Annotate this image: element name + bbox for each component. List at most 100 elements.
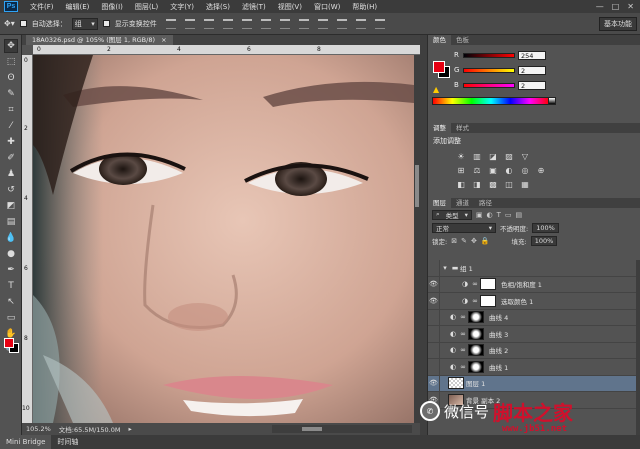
gradient-map-icon[interactable]: ◫ — [504, 179, 514, 189]
dodge-tool-icon[interactable]: ● — [4, 247, 18, 261]
layer-mask-thumbnail[interactable] — [468, 327, 484, 340]
blue-value-input[interactable]: 2 — [518, 80, 546, 90]
layer-row[interactable]: 👁 ◐∞ 曲线 2 — [428, 342, 636, 359]
tab-styles[interactable]: 样式 — [451, 123, 474, 133]
tab-channels[interactable]: 通道 — [451, 198, 474, 208]
layer-thumbnail[interactable] — [448, 377, 464, 390]
auto-select-checkbox[interactable] — [19, 20, 27, 27]
menu-image[interactable]: 图像(I) — [95, 2, 129, 12]
status-menu-icon[interactable]: ▸ — [128, 425, 131, 433]
visibility-eye-icon[interactable]: 👁 — [428, 342, 440, 359]
panel-foreground-swatch[interactable] — [433, 61, 445, 73]
black-white-ramp[interactable] — [548, 97, 556, 105]
layer-row[interactable]: 👁 ◐∞ 曲线 3 — [428, 325, 636, 343]
lock-all-icon[interactable]: 🔒 — [481, 237, 490, 245]
opacity-input[interactable]: 100% — [532, 222, 559, 233]
layer-row[interactable]: 👁 ◑ ∞ 色相/饱和度 1 — [428, 276, 636, 293]
link-icon[interactable]: ∞ — [470, 280, 480, 288]
distribute-bottom-icon[interactable] — [317, 18, 328, 29]
tab-close-icon[interactable]: × — [161, 36, 166, 44]
layer-name[interactable]: 曲线 4 — [489, 312, 508, 322]
group-expand-icon[interactable]: ▾ — [440, 264, 450, 272]
blend-mode-dropdown[interactable]: 正常 ▾ — [432, 222, 496, 233]
layer-row[interactable]: 👁 背景 副本 2 — [428, 391, 636, 409]
visibility-eye-icon[interactable]: 👁 — [428, 358, 440, 375]
horizontal-scrollbar[interactable] — [272, 425, 412, 433]
menu-file[interactable]: 文件(F) — [24, 2, 60, 12]
distribute-hcenter-icon[interactable] — [355, 18, 366, 29]
link-icon[interactable]: ∞ — [458, 346, 468, 354]
quick-select-tool-icon[interactable]: ✎ — [4, 87, 18, 101]
crop-tool-icon[interactable]: ⌗ — [4, 103, 18, 117]
gamut-warning-icon[interactable]: ▲ — [433, 85, 439, 94]
threshold-icon[interactable]: ▩ — [488, 179, 498, 189]
filter-adjust-icon[interactable]: ◐ — [487, 211, 493, 219]
move-tool-icon[interactable]: ✥ — [4, 39, 18, 53]
document-size-info[interactable]: 文档:65.5M/150.0M — [59, 424, 121, 434]
vertical-scroll-thumb[interactable] — [415, 165, 419, 207]
hue-saturation-icon[interactable]: ⊞ — [456, 165, 466, 175]
layer-mask-thumbnail[interactable] — [468, 311, 484, 324]
layer-name[interactable]: 曲线 3 — [489, 329, 508, 339]
link-icon[interactable]: ∞ — [458, 313, 468, 321]
menu-window[interactable]: 窗口(W) — [308, 2, 346, 12]
shape-tool-icon[interactable]: ▭ — [4, 311, 18, 325]
layers-scrollbar[interactable] — [636, 260, 640, 435]
layer-name[interactable]: 曲线 2 — [489, 345, 508, 355]
zoom-level[interactable]: 105.2% — [26, 425, 51, 433]
distribute-top-icon[interactable] — [279, 18, 290, 29]
visibility-eye-icon[interactable]: 👁 — [428, 276, 440, 293]
eyedropper-tool-icon[interactable]: ⁄ — [4, 119, 18, 133]
layer-name[interactable]: 背景 副本 2 — [466, 395, 500, 405]
lasso-tool-icon[interactable]: ʘ — [4, 71, 18, 85]
layer-row[interactable]: 👁 ◐∞ 曲线 4 — [428, 309, 636, 326]
layer-mask-thumbnail[interactable] — [468, 344, 484, 357]
type-tool-icon[interactable]: T — [4, 279, 18, 293]
invert-icon[interactable]: ◧ — [456, 179, 466, 189]
tab-timeline[interactable]: 时间轴 — [51, 435, 84, 449]
align-hcenter-icon[interactable] — [241, 18, 252, 29]
visibility-eye-icon[interactable]: 👁 — [428, 292, 440, 309]
vibrance-icon[interactable]: ▽ — [520, 151, 530, 161]
menu-type[interactable]: 文字(Y) — [164, 2, 200, 12]
tab-swatches[interactable]: 色板 — [451, 35, 474, 45]
visibility-eye-icon[interactable]: 👁 — [428, 325, 440, 342]
color-balance-icon[interactable]: ⚖ — [472, 165, 482, 175]
layer-row[interactable]: 👁 图层 1 — [428, 375, 636, 392]
marquee-tool-icon[interactable]: ⬚ — [4, 55, 18, 69]
black-white-icon[interactable]: ▣ — [488, 165, 498, 175]
workspace-switcher[interactable]: 基本功能 — [599, 16, 637, 31]
lock-position-icon[interactable]: ✥ — [471, 237, 477, 245]
layer-row[interactable]: 👁 ◐∞ 曲线 1 — [428, 358, 636, 376]
layer-name[interactable]: 组 1 — [460, 263, 473, 273]
align-right-icon[interactable] — [260, 18, 271, 29]
menu-filter[interactable]: 滤镜(T) — [236, 2, 272, 12]
curves-icon[interactable]: ◪ — [488, 151, 498, 161]
menu-help[interactable]: 帮助(H) — [346, 2, 383, 12]
menu-select[interactable]: 选择(S) — [200, 2, 236, 12]
history-brush-tool-icon[interactable]: ↺ — [4, 183, 18, 197]
close-icon[interactable]: ✕ — [627, 2, 634, 11]
red-slider[interactable] — [463, 52, 515, 58]
layer-name[interactable]: 图层 1 — [466, 378, 485, 388]
layer-mask-thumbnail[interactable] — [480, 278, 496, 291]
green-slider[interactable] — [463, 67, 515, 73]
menu-edit[interactable]: 编辑(E) — [60, 2, 96, 12]
layer-name[interactable]: 曲线 1 — [489, 362, 508, 372]
pen-tool-icon[interactable]: ✒ — [4, 263, 18, 277]
filter-shape-icon[interactable]: ▭ — [505, 211, 512, 219]
green-value-input[interactable]: 2 — [518, 65, 546, 75]
lock-image-icon[interactable]: ✎ — [461, 237, 467, 245]
visibility-eye-icon[interactable]: 👁 — [428, 309, 440, 326]
layer-name[interactable]: 选取颜色 1 — [501, 296, 533, 306]
red-value-input[interactable]: 254 — [518, 50, 546, 60]
tab-layers[interactable]: 图层 — [428, 198, 451, 208]
layer-name[interactable]: 色相/饱和度 1 — [501, 279, 542, 289]
distribute-right-icon[interactable] — [374, 18, 385, 29]
layer-filter-dropdown[interactable]: ⌕ 类型 ▾ — [432, 209, 472, 220]
fill-input[interactable]: 100% — [530, 235, 558, 246]
link-icon[interactable]: ∞ — [458, 363, 468, 371]
color-spectrum-ramp[interactable] — [432, 97, 550, 105]
align-bottom-icon[interactable] — [203, 18, 214, 29]
horizontal-scroll-thumb[interactable] — [302, 427, 322, 431]
